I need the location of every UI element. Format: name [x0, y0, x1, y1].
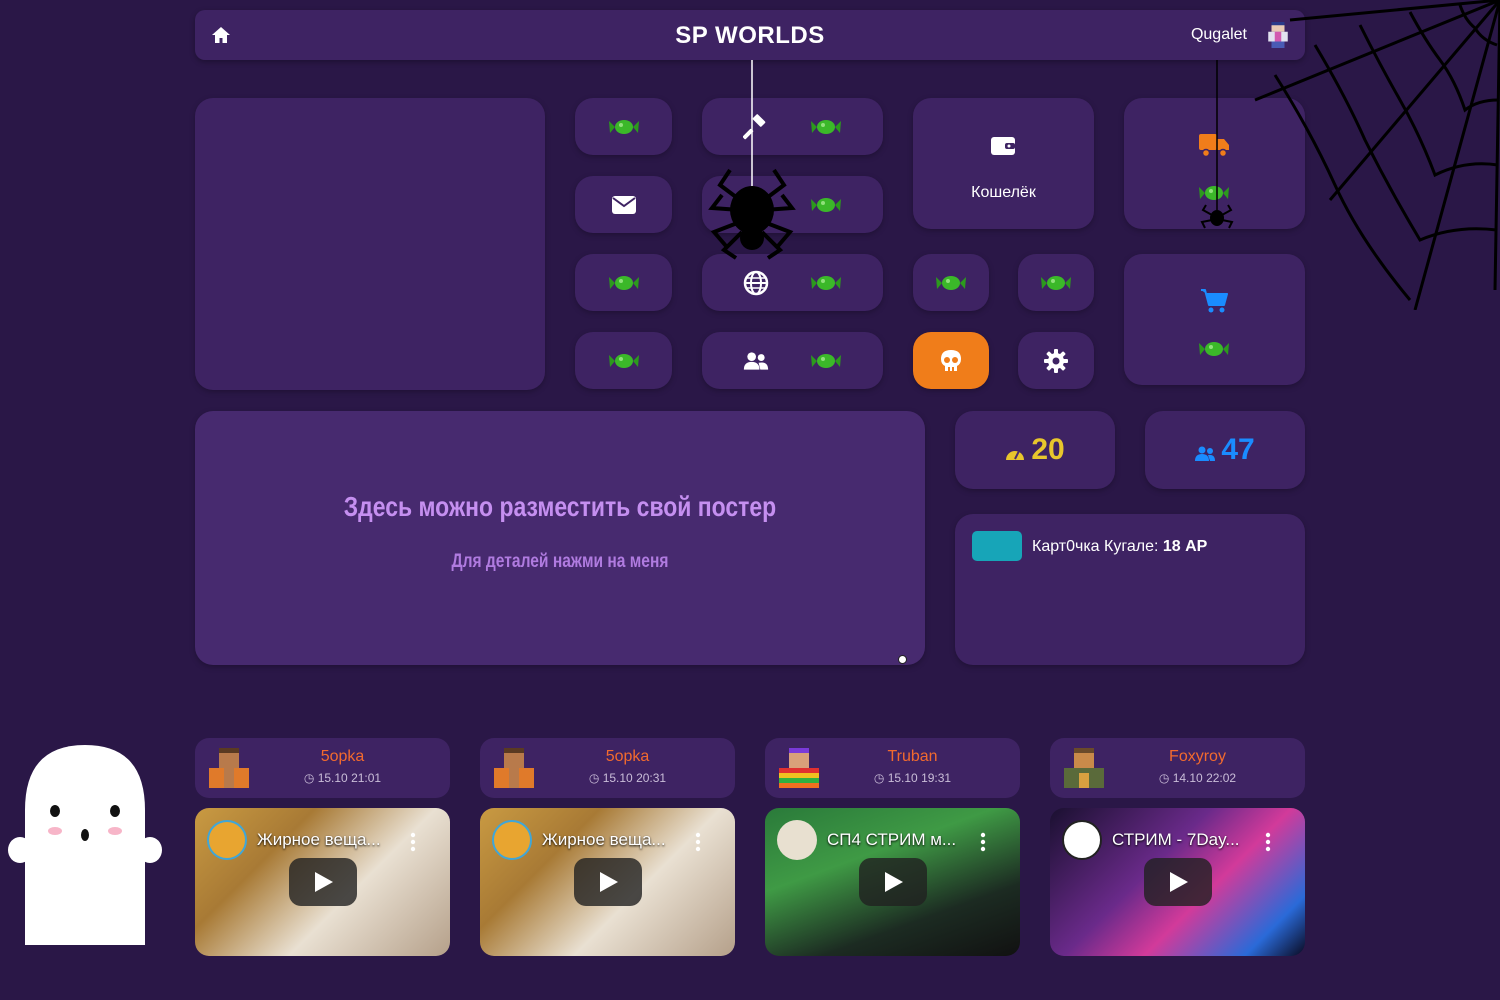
- more-icon[interactable]: [410, 832, 416, 852]
- candy-icon: [936, 275, 966, 290]
- video-date: ◷ 15.10 19:31: [873, 771, 952, 785]
- mail-tile[interactable]: [575, 176, 672, 233]
- users-icon: [743, 351, 768, 370]
- wallet-icon: [991, 137, 1015, 155]
- video-thumbnail[interactable]: СП4 СТРИМ м...: [765, 808, 1020, 956]
- cards-panel: Карт0чка Кугале: 18 АР: [955, 514, 1305, 665]
- video-author[interactable]: 5opka: [520, 748, 735, 766]
- skull-tile[interactable]: [913, 332, 989, 389]
- video-title[interactable]: Жирное веща...: [257, 830, 381, 850]
- ghost-decoration: [8, 745, 162, 945]
- play-button[interactable]: [289, 858, 357, 906]
- menu-tile-small-1[interactable]: [913, 254, 989, 311]
- play-icon: [315, 872, 333, 892]
- poster-banner[interactable]: Здесь можно разместить свой постер Для д…: [195, 411, 925, 665]
- menu-tile-small-2[interactable]: [1018, 254, 1094, 311]
- candy-icon: [810, 353, 841, 368]
- video-author[interactable]: 5opka: [235, 748, 450, 766]
- friends-tile[interactable]: [702, 332, 883, 389]
- candy-icon: [1041, 275, 1071, 290]
- globe-icon: [743, 270, 768, 295]
- channel-avatar[interactable]: [1062, 820, 1102, 860]
- skull-icon: [941, 349, 961, 371]
- video-author[interactable]: Foxyroy: [1090, 748, 1305, 766]
- cart-icon: [1201, 289, 1228, 313]
- channel-avatar[interactable]: [777, 820, 817, 860]
- candy-icon: [810, 197, 841, 212]
- video-thumbnail[interactable]: Жирное веща...: [195, 808, 450, 956]
- gear-icon: [1044, 348, 1068, 373]
- video-date: ◷ 15.10 21:01: [303, 771, 382, 785]
- play-icon: [1170, 872, 1188, 892]
- video-author-card[interactable]: Foxyroy ◷ 14.10 22:02: [1050, 738, 1305, 798]
- speedometer-icon: [1006, 450, 1025, 460]
- wallet-tile[interactable]: Кошелёк: [913, 98, 1094, 229]
- menu-tile-1[interactable]: [575, 98, 672, 155]
- more-icon[interactable]: [980, 832, 986, 852]
- ping-value: 20: [1031, 433, 1065, 466]
- more-icon[interactable]: [1265, 832, 1271, 852]
- video-thumbnail[interactable]: Жирное веща...: [480, 808, 735, 956]
- profile-panel: [195, 98, 545, 390]
- play-icon: [600, 872, 618, 892]
- online-stat: 47: [1145, 411, 1305, 489]
- video-date: ◷ 14.10 22:02: [1158, 771, 1237, 785]
- candy-icon: [810, 119, 841, 134]
- candy-icon: [810, 275, 841, 290]
- candy-icon: [608, 119, 639, 134]
- video-title[interactable]: Жирное веща...: [542, 830, 666, 850]
- video-author-card[interactable]: 5opka ◷ 15.10 21:01: [195, 738, 450, 798]
- play-icon: [885, 872, 903, 892]
- play-button[interactable]: [859, 858, 927, 906]
- settings-tile[interactable]: [1018, 332, 1094, 389]
- spider-decoration: [708, 60, 796, 260]
- poster-title: Здесь можно разместить свой постер: [343, 491, 777, 522]
- card-info[interactable]: Карт0чка Кугале: 18 АР: [1032, 538, 1207, 556]
- menu-tile-4[interactable]: [575, 332, 672, 389]
- video-date: ◷ 15.10 20:31: [588, 771, 667, 785]
- poster-subtitle: Для деталей нажми на меня: [451, 551, 669, 572]
- card-balance: 18 АР: [1162, 538, 1208, 555]
- channel-avatar[interactable]: [207, 820, 247, 860]
- video-author-card[interactable]: 5opka ◷ 15.10 20:31: [480, 738, 735, 798]
- users-icon: [1195, 446, 1216, 461]
- spiderweb-decoration: [1254, 0, 1500, 310]
- video-thumbnail[interactable]: СТРИМ - 7Day...: [1050, 808, 1305, 956]
- wallet-label: Кошелёк: [971, 184, 1036, 201]
- video-author[interactable]: Truban: [805, 748, 1020, 766]
- candy-icon: [608, 353, 639, 368]
- video-title[interactable]: СП4 СТРИМ м...: [827, 830, 956, 850]
- card-name: Карт0чка Кугале:: [1032, 538, 1163, 555]
- ping-stat: 20: [955, 411, 1115, 489]
- card-chip[interactable]: [972, 531, 1022, 561]
- site-title[interactable]: SP WORLDS: [195, 22, 1305, 50]
- channel-avatar[interactable]: [492, 820, 532, 860]
- small-spider-decoration: [1200, 60, 1234, 229]
- candy-icon: [1199, 342, 1229, 356]
- carousel-dot[interactable]: [898, 655, 907, 664]
- online-value: 47: [1221, 433, 1255, 466]
- play-button[interactable]: [574, 858, 642, 906]
- top-bar: SP WORLDS Qugalet: [195, 10, 1305, 60]
- worlds-tile[interactable]: [702, 254, 883, 311]
- more-icon[interactable]: [695, 832, 701, 852]
- play-button[interactable]: [1144, 858, 1212, 906]
- menu-tile-3[interactable]: [575, 254, 672, 311]
- username[interactable]: Qugalet: [1191, 26, 1247, 44]
- candy-icon: [608, 275, 639, 290]
- video-author-card[interactable]: Truban ◷ 15.10 19:31: [765, 738, 1020, 798]
- video-title[interactable]: СТРИМ - 7Day...: [1112, 830, 1240, 850]
- envelope-icon: [611, 195, 636, 214]
